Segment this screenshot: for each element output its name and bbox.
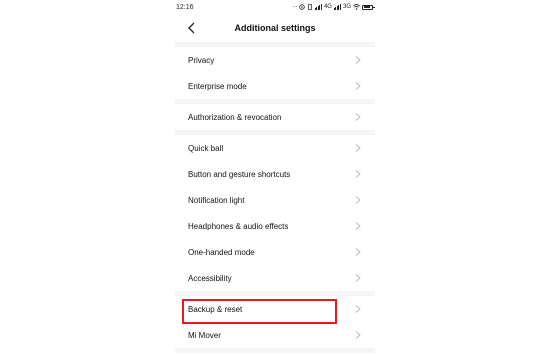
battery-icon xyxy=(362,4,375,10)
group-divider xyxy=(175,348,375,353)
network-type-2: 3G xyxy=(342,4,351,10)
signal-icon xyxy=(314,4,322,10)
item-label: Authorization & revocation xyxy=(188,112,282,122)
signal-icon-2 xyxy=(333,4,341,10)
chevron-right-icon xyxy=(355,170,361,178)
chevron-right-icon xyxy=(355,248,361,256)
chevron-right-icon xyxy=(355,113,361,121)
vibrate-icon xyxy=(308,4,312,10)
chevron-right-icon xyxy=(355,56,361,64)
item-label: One-handed mode xyxy=(188,247,255,257)
settings-list: Privacy Enterprise mode Authorization & … xyxy=(175,42,375,353)
item-label: Accessibility xyxy=(188,273,232,283)
chevron-right-icon xyxy=(355,274,361,282)
status-bar: 12:16 ··· 4G 3G xyxy=(175,0,375,14)
chevron-right-icon xyxy=(355,196,361,204)
item-label: Quick ball xyxy=(188,143,224,153)
item-label: Mi Mover xyxy=(188,330,221,340)
settings-item-accessibility[interactable]: Accessibility xyxy=(175,265,375,291)
settings-item-gesture-shortcuts[interactable]: Button and gesture shortcuts xyxy=(175,161,375,187)
settings-item-enterprise-mode[interactable]: Enterprise mode xyxy=(175,73,375,99)
item-label: Headphones & audio effects xyxy=(188,221,289,231)
more-dots-icon: ··· xyxy=(292,4,297,10)
settings-item-authorization[interactable]: Authorization & revocation xyxy=(175,104,375,130)
settings-item-quick-ball[interactable]: Quick ball xyxy=(175,135,375,161)
status-time: 12:16 xyxy=(176,3,194,11)
chevron-right-icon xyxy=(355,305,361,313)
chevron-right-icon xyxy=(355,331,361,339)
network-type-1: 4G xyxy=(323,4,332,10)
chevron-left-icon[interactable] xyxy=(185,21,199,35)
chevron-right-icon xyxy=(355,222,361,230)
settings-item-backup-reset[interactable]: Backup & reset xyxy=(175,296,375,322)
app-bar: Additional settings xyxy=(175,14,375,42)
item-label: Button and gesture shortcuts xyxy=(188,169,291,179)
settings-item-mi-mover[interactable]: Mi Mover xyxy=(175,322,375,348)
chevron-right-icon xyxy=(355,144,361,152)
settings-item-headphones[interactable]: Headphones & audio effects xyxy=(175,213,375,239)
status-icons: ··· 4G 3G xyxy=(292,4,375,10)
item-label: Notification light xyxy=(188,195,245,205)
settings-screen: 12:16 ··· 4G 3G Additional settings Priv… xyxy=(175,0,375,355)
wifi-icon xyxy=(353,4,360,10)
alarm-icon xyxy=(299,4,305,10)
item-label: Backup & reset xyxy=(188,304,243,314)
settings-item-one-handed-mode[interactable]: One-handed mode xyxy=(175,239,375,265)
settings-item-privacy[interactable]: Privacy xyxy=(175,47,375,73)
settings-item-notification-light[interactable]: Notification light xyxy=(175,187,375,213)
chevron-right-icon xyxy=(355,82,361,90)
item-label: Enterprise mode xyxy=(188,81,247,91)
item-label: Privacy xyxy=(188,55,215,65)
page-title: Additional settings xyxy=(234,23,316,33)
